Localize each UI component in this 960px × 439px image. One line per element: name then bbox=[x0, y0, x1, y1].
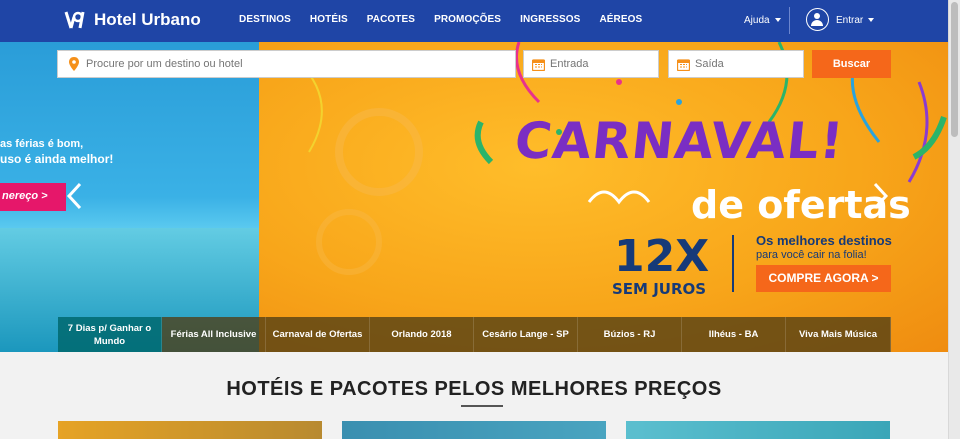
login-menu[interactable]: Entrar bbox=[836, 15, 874, 26]
carousel-tab[interactable]: Cesário Lange - SP bbox=[474, 317, 578, 352]
hero-carousel: as férias é bom, uso é ainda melhor! ner… bbox=[0, 42, 948, 352]
user-icon[interactable] bbox=[806, 8, 829, 31]
location-pin-icon bbox=[69, 57, 79, 71]
carnaval-title: CARNAVAL! bbox=[511, 112, 847, 170]
checkin-field[interactable] bbox=[523, 50, 659, 78]
banner-divider bbox=[732, 235, 734, 292]
previous-slide[interactable]: as férias é bom, uso é ainda melhor! ner… bbox=[0, 42, 259, 352]
carousel-tab[interactable]: Viva Mais Música bbox=[786, 317, 891, 352]
checkout-input[interactable] bbox=[695, 58, 795, 70]
scrollbar[interactable] bbox=[948, 0, 960, 439]
nav-promocoes[interactable]: PROMOÇÕES bbox=[434, 14, 501, 25]
offer-card-image[interactable] bbox=[626, 421, 890, 439]
carousel-tab[interactable]: Carnaval de Ofertas bbox=[266, 317, 370, 352]
main-nav: DESTINOS HOTÉIS PACOTES PROMOÇÕES INGRES… bbox=[239, 14, 661, 25]
carousel-tab[interactable]: Orlando 2018 bbox=[370, 317, 474, 352]
calendar-icon bbox=[677, 58, 690, 71]
help-menu[interactable]: Ajuda bbox=[744, 15, 781, 26]
nav-pacotes[interactable]: PACOTES bbox=[367, 14, 415, 25]
checkin-input[interactable] bbox=[550, 58, 650, 70]
section-title: HOTÉIS E PACOTES PELOS MELHORES PREÇOS bbox=[226, 378, 722, 400]
slide-cta-button[interactable]: nereço > bbox=[0, 183, 66, 211]
calendar-icon bbox=[532, 58, 545, 71]
carousel-prev-arrow[interactable] bbox=[66, 182, 82, 210]
section-underline bbox=[461, 405, 503, 407]
chevron-left-icon bbox=[66, 182, 82, 210]
buy-now-button[interactable]: COMPRE AGORA > bbox=[756, 265, 891, 292]
top-navbar: Hotel Urbano DESTINOS HOTÉIS PACOTES PRO… bbox=[0, 0, 948, 42]
search-button[interactable]: Buscar bbox=[812, 50, 891, 78]
offer-card-image[interactable] bbox=[342, 421, 606, 439]
nav-hoteis[interactable]: HOTÉIS bbox=[310, 14, 348, 25]
slide-text-line2: uso é ainda melhor! bbox=[0, 152, 114, 166]
checkout-field[interactable] bbox=[668, 50, 804, 78]
carousel-tab[interactable]: Búzios - RJ bbox=[578, 317, 682, 352]
nav-aereos[interactable]: AÉREOS bbox=[599, 14, 642, 25]
hotel-urbano-logo[interactable]: Hotel Urbano bbox=[64, 9, 201, 31]
logo-text: Hotel Urbano bbox=[94, 10, 201, 29]
banner-headline: Os melhores destinos bbox=[756, 233, 892, 248]
logo-icon bbox=[64, 9, 90, 31]
slide-text-line1: as férias é bom, bbox=[0, 138, 84, 150]
scrollbar-thumb[interactable] bbox=[951, 2, 958, 137]
carousel-tab[interactable]: 7 Dias p/ Ganhar o Mundo bbox=[58, 317, 162, 352]
carousel-next-arrow[interactable] bbox=[873, 182, 889, 210]
header-divider bbox=[789, 7, 790, 34]
offer-card-image[interactable] bbox=[58, 421, 322, 439]
carousel-tabs: 7 Dias p/ Ganhar o Mundo Férias All Incl… bbox=[58, 317, 891, 352]
nav-ingressos[interactable]: INGRESSOS bbox=[520, 14, 580, 25]
carousel-tab[interactable]: Férias All Inclusive bbox=[162, 317, 266, 352]
banner-subline: para você cair na folia! bbox=[756, 249, 867, 261]
installments-badge: 12X bbox=[614, 231, 710, 282]
destination-search[interactable] bbox=[57, 50, 516, 78]
nav-destinos[interactable]: DESTINOS bbox=[239, 14, 291, 25]
installments-note: SEM JUROS bbox=[612, 280, 707, 298]
carousel-tab[interactable]: Ilhéus - BA bbox=[682, 317, 786, 352]
carnaval-banner[interactable]: CARNAVAL! de ofertas 12X SEM JUROS Os me… bbox=[259, 42, 948, 352]
chevron-right-icon bbox=[873, 182, 889, 210]
search-input[interactable] bbox=[86, 58, 486, 70]
